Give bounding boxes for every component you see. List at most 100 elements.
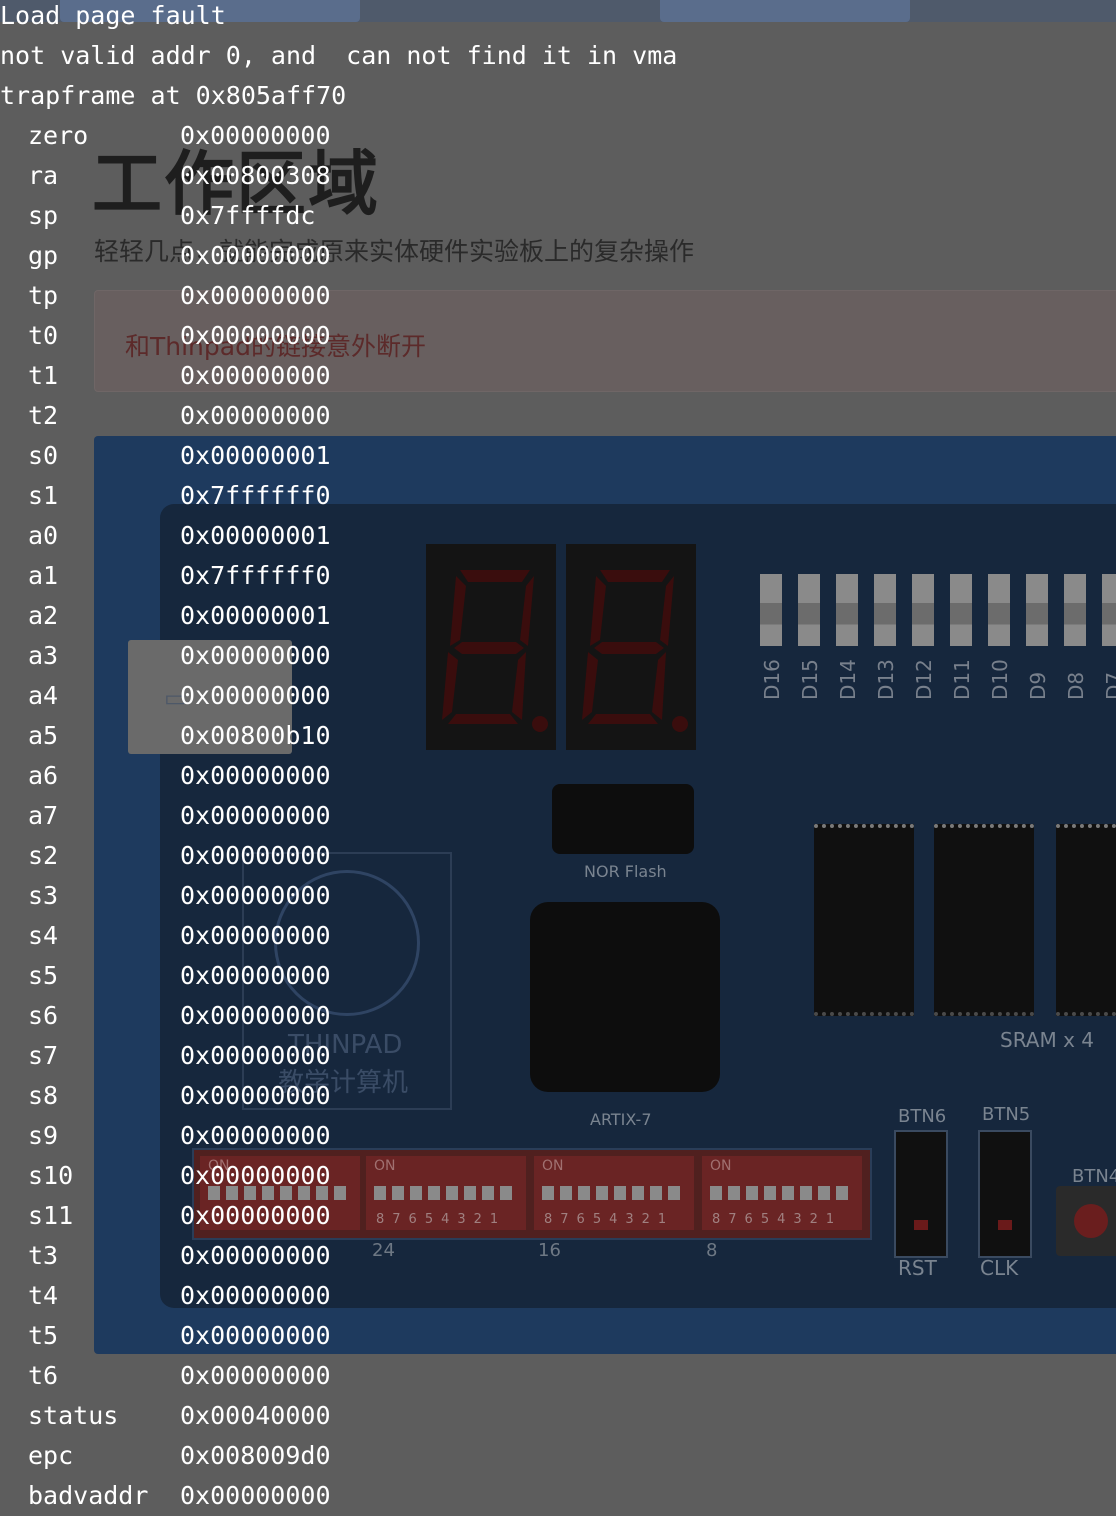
register-value: 0x7ffffff0 — [180, 481, 331, 510]
led — [1064, 574, 1086, 646]
fpga-chip — [530, 902, 720, 1092]
register-name: s8 — [28, 1081, 59, 1110]
register-name: tp — [28, 281, 59, 310]
btn5-label: BTN5 — [982, 1104, 1031, 1125]
led-label: D12 — [912, 659, 936, 700]
seven-segment-display — [426, 544, 556, 750]
dip-digits: 87654321 — [712, 1212, 843, 1227]
register-name: a0 — [28, 521, 59, 550]
register-name: epc — [28, 1441, 74, 1470]
register-name: s1 — [28, 481, 59, 510]
register-name: s10 — [28, 1161, 74, 1190]
register-name: a3 — [28, 641, 59, 670]
register-value: 0x00000000 — [180, 1321, 331, 1350]
seven-segment-display — [566, 544, 696, 750]
register-name: t6 — [28, 1361, 59, 1390]
register-value: 0x00000000 — [180, 761, 331, 790]
register-name: s4 — [28, 921, 59, 950]
register-name: s3 — [28, 881, 59, 910]
dip-digits: 87654321 — [376, 1212, 507, 1227]
register-value: 0x00000000 — [180, 361, 331, 390]
register-name: t5 — [28, 1321, 59, 1350]
dip-keys[interactable] — [374, 1186, 518, 1200]
register-value: 0x00000000 — [180, 641, 331, 670]
register-value: 0x00000001 — [180, 521, 331, 550]
led-label: D15 — [798, 659, 822, 700]
led — [874, 574, 896, 646]
register-value: 0x00000000 — [180, 921, 331, 950]
dip-number: 24 — [372, 1240, 395, 1261]
register-name: s6 — [28, 1001, 59, 1030]
register-value: 0x00000000 — [180, 1201, 331, 1230]
dip-on-label: ON — [374, 1158, 396, 1174]
register-value: 0x00000000 — [180, 321, 331, 350]
register-name: s9 — [28, 1121, 59, 1150]
dip-digits: 87654321 — [544, 1212, 675, 1227]
led — [988, 574, 1010, 646]
register-name: a7 — [28, 801, 59, 830]
register-value: 0x00000000 — [180, 401, 331, 430]
dip-on-label: ON — [710, 1158, 732, 1174]
register-value: 0x00000000 — [180, 1041, 331, 1070]
nor-flash-chip — [552, 784, 694, 854]
sram-chip — [814, 824, 914, 1016]
register-name: a2 — [28, 601, 59, 630]
register-name: s2 — [28, 841, 59, 870]
led — [798, 574, 820, 646]
rst-label: RST — [898, 1256, 937, 1280]
clk-button[interactable] — [978, 1130, 1032, 1258]
dip-keys[interactable] — [710, 1186, 854, 1200]
rst-button[interactable] — [894, 1130, 948, 1258]
register-name: a4 — [28, 681, 59, 710]
register-value: 0x00000000 — [180, 281, 331, 310]
register-name: a1 — [28, 561, 59, 590]
register-name: ra — [28, 161, 59, 190]
led-label: D7 — [1102, 671, 1116, 700]
register-value: 0x00000000 — [180, 841, 331, 870]
dip-on-label: ON — [542, 1158, 564, 1174]
register-name: status — [28, 1401, 119, 1430]
nav-tab[interactable] — [660, 0, 910, 22]
register-value: 0x00000000 — [180, 1361, 331, 1390]
fault-line: Load page fault — [0, 1, 226, 30]
terminal-output: Load page fault not valid addr 0, and ca… — [0, 0, 677, 1510]
fpga-label: ARTIX-7 — [590, 1110, 652, 1129]
led — [1026, 574, 1048, 646]
register-value: 0x00000000 — [180, 1001, 331, 1030]
register-value: 0x00000000 — [180, 241, 331, 270]
dip-switch[interactable]: ON 87654321 — [366, 1156, 526, 1230]
register-name: gp — [28, 241, 59, 270]
trapframe-line: trapframe at 0x805aff70 — [0, 81, 347, 110]
fault-detail-line: not valid addr 0, and can not find it in… — [0, 41, 678, 70]
led — [1102, 574, 1116, 646]
led-label: D11 — [950, 659, 974, 700]
btn4-button[interactable] — [1056, 1186, 1116, 1256]
btn6-label: BTN6 — [898, 1106, 947, 1127]
register-value: 0x00000001 — [180, 601, 331, 630]
register-value: 0x00000000 — [180, 121, 331, 150]
sram-chip — [1056, 824, 1116, 1016]
register-value: 0x7ffffdc — [180, 201, 316, 230]
led — [912, 574, 934, 646]
register-name: s0 — [28, 441, 59, 470]
dip-switch[interactable]: ON 87654321 — [534, 1156, 694, 1230]
led — [760, 574, 782, 646]
register-name: t4 — [28, 1281, 59, 1310]
register-name: a5 — [28, 721, 59, 750]
register-name: s5 — [28, 961, 59, 990]
register-value: 0x008009d0 — [180, 1441, 331, 1470]
dip-keys[interactable] — [542, 1186, 686, 1200]
register-name: sp — [28, 201, 59, 230]
register-name: a6 — [28, 761, 59, 790]
clk-label: CLK — [980, 1256, 1019, 1280]
register-value: 0x00000000 — [180, 1161, 331, 1190]
register-name: s7 — [28, 1041, 59, 1070]
register-value: 0x00040000 — [180, 1401, 331, 1430]
dip-switch[interactable]: ON 87654321 — [702, 1156, 862, 1230]
led-label: D14 — [836, 659, 860, 700]
register-value: 0x00800308 — [180, 161, 331, 190]
register-value: 0x00000000 — [180, 801, 331, 830]
register-value: 0x00000000 — [180, 1281, 331, 1310]
sram-label: SRAM x 4 — [1000, 1028, 1094, 1052]
register-name: badvaddr — [28, 1481, 149, 1510]
